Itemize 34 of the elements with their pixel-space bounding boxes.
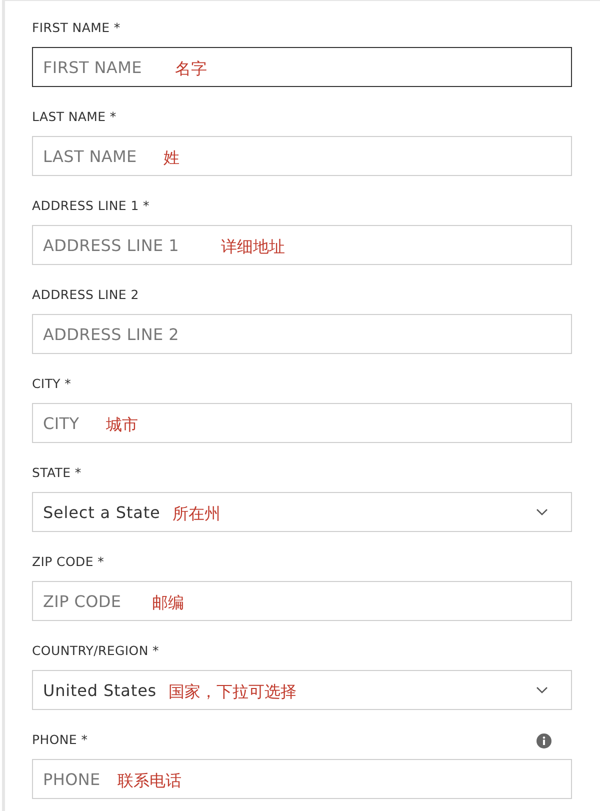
input-field[interactable]: ZIP CODE xyxy=(43,592,140,610)
field-label: ZIP CODE * xyxy=(32,554,104,569)
input-field[interactable]: FIRST NAME xyxy=(43,58,163,76)
input-field[interactable]: ADDRESS LINE 1 xyxy=(43,236,210,254)
input-box[interactable]: FIRST NAME 名字 xyxy=(32,47,572,87)
input-field[interactable]: ADDRESS LINE 2 xyxy=(43,324,210,344)
input-box[interactable]: CITY 城市 xyxy=(32,403,572,443)
input-field[interactable]: LAST NAME xyxy=(43,146,152,166)
annotation-text: 国家，下拉可选择 xyxy=(168,682,297,702)
input-box[interactable]: ADDRESS LINE 1 详细地址 xyxy=(32,225,572,265)
field-label: STATE * xyxy=(32,465,82,480)
annotation-text: 城市 xyxy=(106,414,138,436)
annotation-text: 所在州 xyxy=(172,504,220,524)
input-field[interactable]: CITY xyxy=(43,414,94,432)
select-field[interactable]: Select a State 所在州 xyxy=(32,492,572,532)
annotation-text: 邮编 xyxy=(152,592,184,614)
info-icon[interactable] xyxy=(536,733,552,749)
field-label: FIRST NAME * xyxy=(32,20,120,35)
select-field[interactable]: United States 国家，下拉可选择 xyxy=(32,670,572,710)
field-label: CITY * xyxy=(32,376,72,391)
input-box[interactable]: ZIP CODE 邮编 xyxy=(32,581,572,621)
field-label: ADDRESS LINE 2 xyxy=(32,287,139,302)
input-box[interactable]: LAST NAME 姓 xyxy=(32,136,572,176)
field-label: LAST NAME * xyxy=(32,109,116,124)
annotation-text: 详细地址 xyxy=(221,236,286,258)
field-label: PHONE * xyxy=(32,732,88,747)
annotation-text: 姓 xyxy=(163,148,180,168)
annotation-text: 联系电话 xyxy=(117,770,182,792)
field-label: COUNTRY/REGION * xyxy=(32,643,160,658)
input-box[interactable]: ADDRESS LINE 2 xyxy=(32,314,572,354)
input-field[interactable]: PHONE xyxy=(43,770,106,788)
annotation-text: 名字 xyxy=(175,58,207,80)
input-box[interactable]: PHONE 联系电话 xyxy=(32,759,572,799)
field-label: ADDRESS LINE 1 * xyxy=(32,198,150,213)
